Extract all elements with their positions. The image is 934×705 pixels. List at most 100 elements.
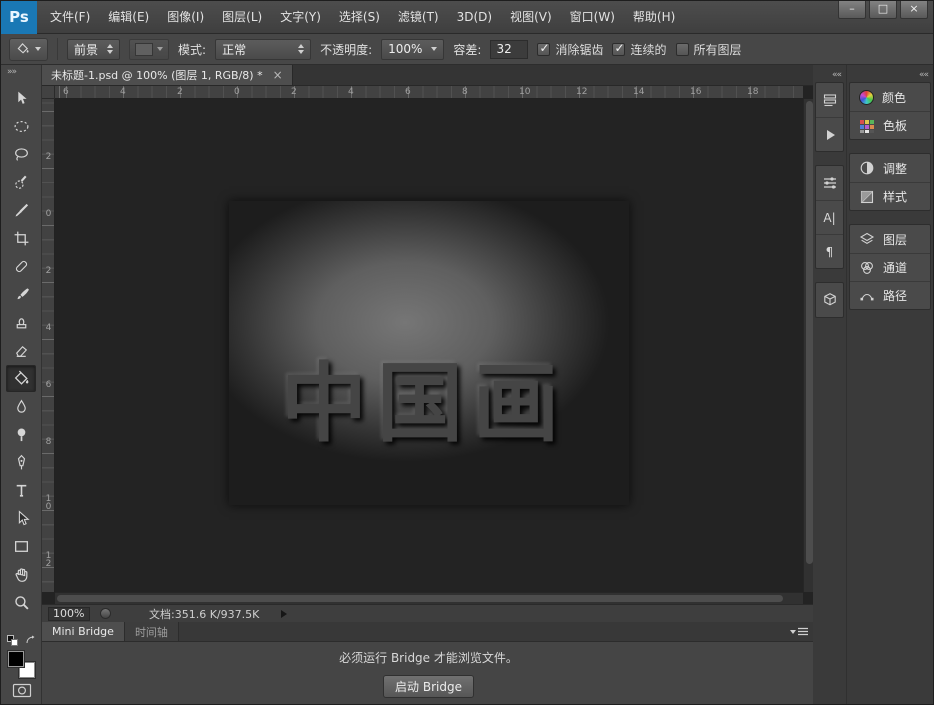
- vertical-scrollbar-thumb[interactable]: [806, 101, 813, 564]
- mini-bridge-message: 必须运行 Bridge 才能浏览文件。: [339, 649, 518, 666]
- quick-selection-tool[interactable]: [6, 169, 36, 196]
- mode-value: 正常: [222, 41, 246, 58]
- dodge-tool-icon: [13, 426, 30, 443]
- tolerance-input[interactable]: 32: [490, 40, 528, 59]
- tab-mini-bridge[interactable]: Mini Bridge: [42, 622, 125, 641]
- color-panel-button[interactable]: 颜色: [850, 83, 930, 111]
- paths-panel-label: 路径: [883, 287, 907, 304]
- maximize-button[interactable]: □: [869, 1, 897, 19]
- layers-panel-button[interactable]: 图层: [850, 225, 930, 253]
- paragraph-panel-button[interactable]: ¶: [816, 234, 843, 268]
- pen-tool-icon: [13, 454, 30, 471]
- properties-panel-button[interactable]: [816, 166, 843, 200]
- marquee-tool[interactable]: [6, 113, 36, 140]
- stepper-arrows-icon: [107, 44, 113, 54]
- rectangle-tool[interactable]: [6, 533, 36, 560]
- brush-tool[interactable]: [6, 281, 36, 308]
- crop-tool[interactable]: [6, 225, 36, 252]
- path-selection-tool[interactable]: [6, 505, 36, 532]
- eyedropper-tool[interactable]: [6, 197, 36, 224]
- all-layers-checkbox[interactable]: [676, 43, 689, 56]
- menu-edit[interactable]: 编辑(E): [99, 1, 158, 33]
- document-tab[interactable]: 未标题-1.psd @ 100% (图层 1, RGB/8) * ×: [42, 65, 293, 85]
- zoom-level-input[interactable]: 100%: [48, 607, 90, 621]
- tool-preset-picker[interactable]: [9, 38, 48, 61]
- default-colors-icon[interactable]: [7, 635, 18, 646]
- tool-options-bar: 前景 模式: 正常 不透明度: 100% 容差: 32 消除锯齿 连续的 所: [1, 34, 933, 65]
- menu-3d[interactable]: 3D(D): [448, 1, 501, 33]
- menu-select[interactable]: 选择(S): [330, 1, 389, 33]
- dock-collapse-button[interactable]: ««: [847, 65, 933, 82]
- move-tool[interactable]: [6, 85, 36, 112]
- canvas-embossed-text: 中国画: [281, 333, 569, 458]
- clone-stamp-tool[interactable]: [6, 309, 36, 336]
- panel-group: 调整 样式: [849, 153, 931, 211]
- quick-mask-icon[interactable]: [12, 683, 32, 698]
- minimize-button[interactable]: –: [838, 1, 866, 19]
- tolerance-label: 容差:: [453, 41, 481, 58]
- pattern-picker[interactable]: [129, 39, 169, 60]
- menu-filter[interactable]: 滤镜(T): [389, 1, 448, 33]
- mini-bridge-content: 必须运行 Bridge 才能浏览文件。 启动 Bridge: [42, 642, 815, 705]
- menu-view[interactable]: 视图(V): [501, 1, 561, 33]
- styles-panel-button[interactable]: 样式: [850, 182, 930, 210]
- dock-collapse-button[interactable]: ««: [813, 65, 846, 82]
- healing-brush-tool[interactable]: [6, 253, 36, 280]
- menu-image[interactable]: 图像(I): [158, 1, 213, 33]
- menu-window[interactable]: 窗口(W): [561, 1, 624, 33]
- horizontal-scrollbar[interactable]: [55, 592, 803, 604]
- menu-type[interactable]: 文字(Y): [271, 1, 330, 33]
- tab-timeline[interactable]: 时间轴: [125, 622, 179, 641]
- dodge-tool[interactable]: [6, 421, 36, 448]
- panel-group: A| ¶: [815, 165, 844, 269]
- hand-tool-icon: [13, 566, 30, 583]
- photoshop-window: Ps 文件(F) 编辑(E) 图像(I) 图层(L) 文字(Y) 选择(S) 滤…: [0, 0, 934, 705]
- swatches-panel-button[interactable]: 色板: [850, 111, 930, 139]
- menu-help[interactable]: 帮助(H): [624, 1, 684, 33]
- 3d-panel-button[interactable]: [816, 283, 843, 317]
- panel-menu-icon[interactable]: [790, 627, 808, 636]
- ruler-origin-corner[interactable]: [42, 86, 55, 99]
- quick-selection-tool-icon: [13, 174, 30, 191]
- opacity-label: 不透明度:: [320, 41, 372, 58]
- foreground-color-swatch[interactable]: [8, 651, 24, 667]
- menu-layer[interactable]: 图层(L): [213, 1, 271, 33]
- contiguous-checkbox[interactable]: [612, 43, 625, 56]
- history-panel-icon: [822, 92, 838, 108]
- launch-bridge-button[interactable]: 启动 Bridge: [383, 675, 474, 698]
- canvas[interactable]: 中国画: [229, 201, 629, 505]
- antialias-checkbox[interactable]: [537, 43, 550, 56]
- actions-panel-button[interactable]: [816, 117, 843, 151]
- hand-tool[interactable]: [6, 561, 36, 588]
- character-panel-button[interactable]: A|: [816, 200, 843, 234]
- eyedropper-tool-icon: [13, 202, 30, 219]
- close-button[interactable]: ×: [900, 1, 928, 19]
- horizontal-ruler: 6 4 2 0 2 4 6 8 10 12 14 16 18: [55, 86, 803, 99]
- blur-tool[interactable]: [6, 393, 36, 420]
- pen-tool[interactable]: [6, 449, 36, 476]
- toolbox-collapse-button[interactable]: »»: [1, 65, 41, 82]
- adjustments-panel-button[interactable]: 调整: [850, 154, 930, 182]
- opacity-select[interactable]: 100%: [381, 39, 444, 60]
- tab-close-icon[interactable]: ×: [273, 69, 283, 81]
- clone-stamp-tool-icon: [13, 314, 30, 331]
- paragraph-panel-icon: ¶: [826, 246, 834, 258]
- mode-select[interactable]: 正常: [215, 39, 311, 60]
- styles-panel-label: 样式: [883, 188, 907, 205]
- lasso-tool[interactable]: [6, 141, 36, 168]
- paths-panel-button[interactable]: 路径: [850, 281, 930, 309]
- chevron-down-icon: [157, 47, 163, 51]
- swap-colors-icon[interactable]: [25, 635, 37, 646]
- paint-bucket-tool[interactable]: [6, 365, 36, 392]
- fill-source-select[interactable]: 前景: [67, 39, 120, 60]
- status-menu-arrow-icon[interactable]: [281, 610, 287, 618]
- type-tool[interactable]: [6, 477, 36, 504]
- styles-panel-icon: [859, 189, 875, 205]
- horizontal-scrollbar-thumb[interactable]: [57, 595, 783, 602]
- eraser-tool[interactable]: [6, 337, 36, 364]
- mini-bridge-panel: Mini Bridge 时间轴 必须运行 Bridge 才能浏览文件。 启动 B…: [42, 622, 815, 705]
- zoom-tool[interactable]: [6, 589, 36, 616]
- menu-file[interactable]: 文件(F): [41, 1, 99, 33]
- channels-panel-button[interactable]: 通道: [850, 253, 930, 281]
- history-panel-button[interactable]: [816, 83, 843, 117]
